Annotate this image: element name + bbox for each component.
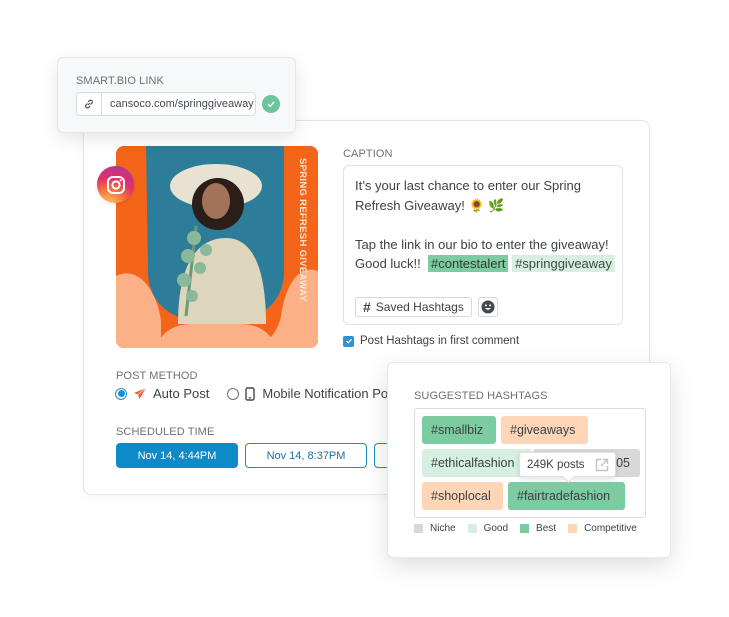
caption-label: CAPTION: [343, 148, 393, 160]
external-link-icon[interactable]: [595, 458, 609, 472]
legend-label: Niche: [430, 523, 456, 534]
instagram-icon: [97, 166, 134, 203]
caption-line: Refresh Giveaway! 🌻 🌿: [355, 196, 617, 216]
tooltip-post-count: 249K posts: [527, 458, 585, 471]
legend-item-good: Good: [467, 523, 509, 534]
radio-selected[interactable]: [115, 387, 127, 400]
hashtag-chip[interactable]: #giveaways: [501, 416, 588, 444]
emoji-button[interactable]: [478, 297, 498, 317]
first-comment-label: Post Hashtags in first comment: [360, 335, 520, 347]
legend-swatch: [568, 524, 578, 533]
post-image-overlay-text: SPRING REFRESH GIVEAWAY: [297, 158, 308, 302]
hashtag-chip[interactable]: #ethicalfashion: [422, 449, 532, 477]
legend-item-competitive: Competitive: [568, 523, 637, 534]
first-comment-checkbox[interactable]: [343, 335, 354, 347]
mobile-phone-icon: [245, 386, 256, 401]
legend-label: Good: [483, 523, 509, 534]
suggested-hashtags-label: SUGGESTED HASHTAGS: [414, 390, 548, 402]
suggested-hashtags-card: SUGGESTED HASHTAGS #smallbiz #giveaways …: [387, 362, 671, 558]
post-method-auto-post[interactable]: Auto Post: [115, 386, 209, 401]
paper-plane-icon: [134, 387, 147, 399]
caption-textarea[interactable]: It’s your last chance to enter our Sprin…: [343, 165, 623, 325]
post-image[interactable]: SPRING REFRESH GIVEAWAY: [116, 146, 318, 348]
legend-label: Best: [536, 523, 557, 534]
caption-line: Good luck!! #contestalert #springgiveawa…: [355, 254, 617, 274]
post-method-option-label: Auto Post: [153, 386, 210, 401]
caption-line: Tap the link in our bio to enter the giv…: [355, 236, 609, 252]
caption-line-text: Good luck!!: [355, 256, 421, 271]
hashtag-legend: Niche Good Best Competitive: [414, 523, 649, 534]
legend-swatch: [520, 524, 530, 533]
hashtag-chip[interactable]: #fairtradefashion: [508, 482, 625, 510]
caption-emoji: 🌻 🌿: [468, 197, 505, 213]
emoji-icon: [481, 300, 495, 314]
post-method-option-label: Mobile Notification Post: [262, 386, 387, 401]
caption-hashtag[interactable]: #springgiveaway: [512, 255, 615, 272]
caption-hashtag[interactable]: #contestalert: [428, 255, 509, 272]
check-circle-icon: [262, 95, 280, 113]
scheduled-time-option[interactable]: Nov 14, 8:37PM: [245, 443, 367, 468]
saved-hashtags-button[interactable]: # Saved Hashtags: [355, 297, 472, 317]
legend-swatch: [414, 524, 423, 533]
smart-bio-label: SMART.BIO LINK: [76, 75, 164, 87]
scheduled-time-option[interactable]: Nov 14, 4:44PM: [116, 443, 238, 468]
smart-bio-link-card: SMART.BIO LINK cansoco.com/springgiveawa…: [57, 57, 296, 133]
scheduled-time-label: SCHEDULED TIME: [116, 426, 215, 438]
hashtag-tooltip: 249K posts: [519, 452, 616, 477]
hashtag-chip[interactable]: #shoplocal: [422, 482, 503, 510]
saved-hashtags-label: Saved Hashtags: [375, 300, 464, 314]
hashtag-chip[interactable]: #smallbiz: [422, 416, 496, 444]
caption-line-text: Refresh Giveaway!: [355, 197, 465, 213]
legend-item-niche: Niche: [414, 523, 456, 534]
smart-bio-url-value: cansoco.com/springgiveaway: [110, 98, 254, 110]
legend-item-best: Best: [520, 523, 556, 534]
post-method-options: Auto Post Mobile Notification Post: [115, 386, 387, 401]
smart-bio-url-input[interactable]: cansoco.com/springgiveaway: [76, 92, 256, 116]
legend-label: Competitive: [584, 523, 637, 534]
hashtag-icon: #: [363, 299, 371, 315]
caption-text[interactable]: It’s your last chance to enter our Sprin…: [355, 176, 617, 274]
first-comment-option[interactable]: Post Hashtags in first comment: [343, 335, 519, 347]
post-image-artwork: [116, 146, 318, 348]
caption-line: It’s your last chance to enter our Sprin…: [355, 178, 581, 193]
legend-swatch: [467, 524, 477, 533]
radio-unselected[interactable]: [227, 387, 240, 400]
post-method-mobile-notification[interactable]: Mobile Notification Post: [227, 386, 387, 401]
link-icon: [77, 93, 102, 115]
